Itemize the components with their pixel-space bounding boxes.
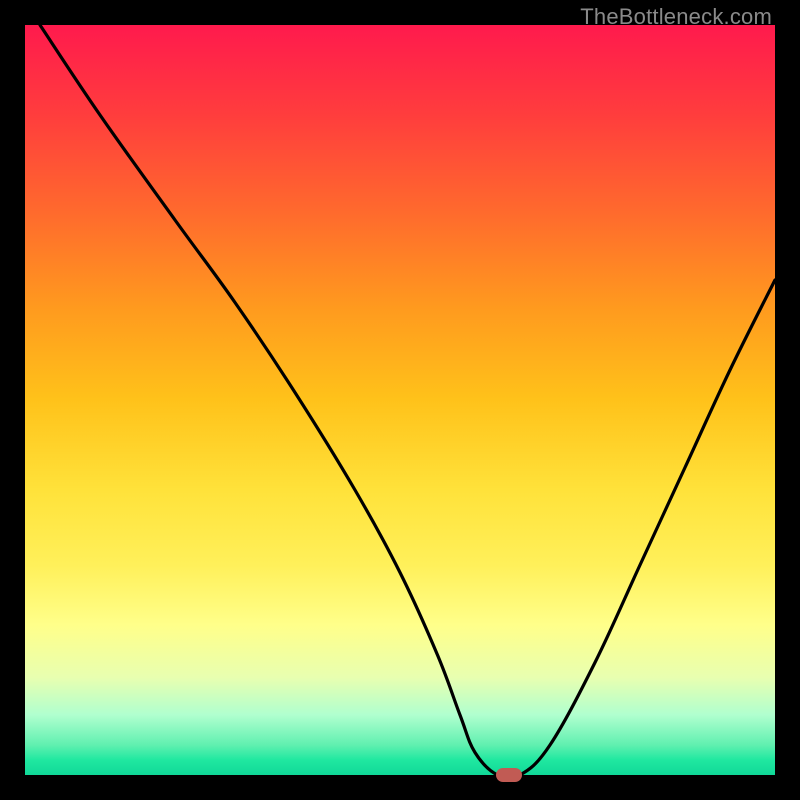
plot-area: [25, 25, 775, 775]
optimal-point-marker: [496, 768, 522, 782]
chart-frame: TheBottleneck.com: [0, 0, 800, 800]
bottleneck-curve: [25, 25, 775, 775]
